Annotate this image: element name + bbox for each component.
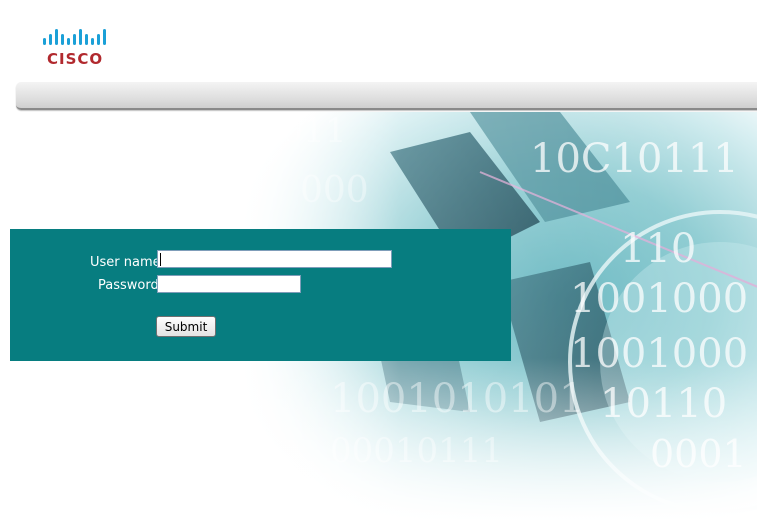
header-bar: [16, 82, 757, 110]
login-page: CISCO User name: Password: Submit: [0, 0, 757, 521]
password-input[interactable]: [157, 275, 301, 293]
cisco-logo: CISCO: [40, 26, 120, 70]
logo-wordmark: CISCO: [47, 50, 104, 68]
login-form: User name: Password: Submit: [10, 229, 511, 361]
password-label: Password:: [98, 278, 164, 293]
username-input[interactable]: [157, 250, 392, 268]
cisco-bridge-icon: [43, 29, 106, 45]
username-label: User name:: [90, 255, 166, 270]
submit-button[interactable]: Submit: [156, 316, 216, 337]
text-cursor: [160, 253, 161, 266]
